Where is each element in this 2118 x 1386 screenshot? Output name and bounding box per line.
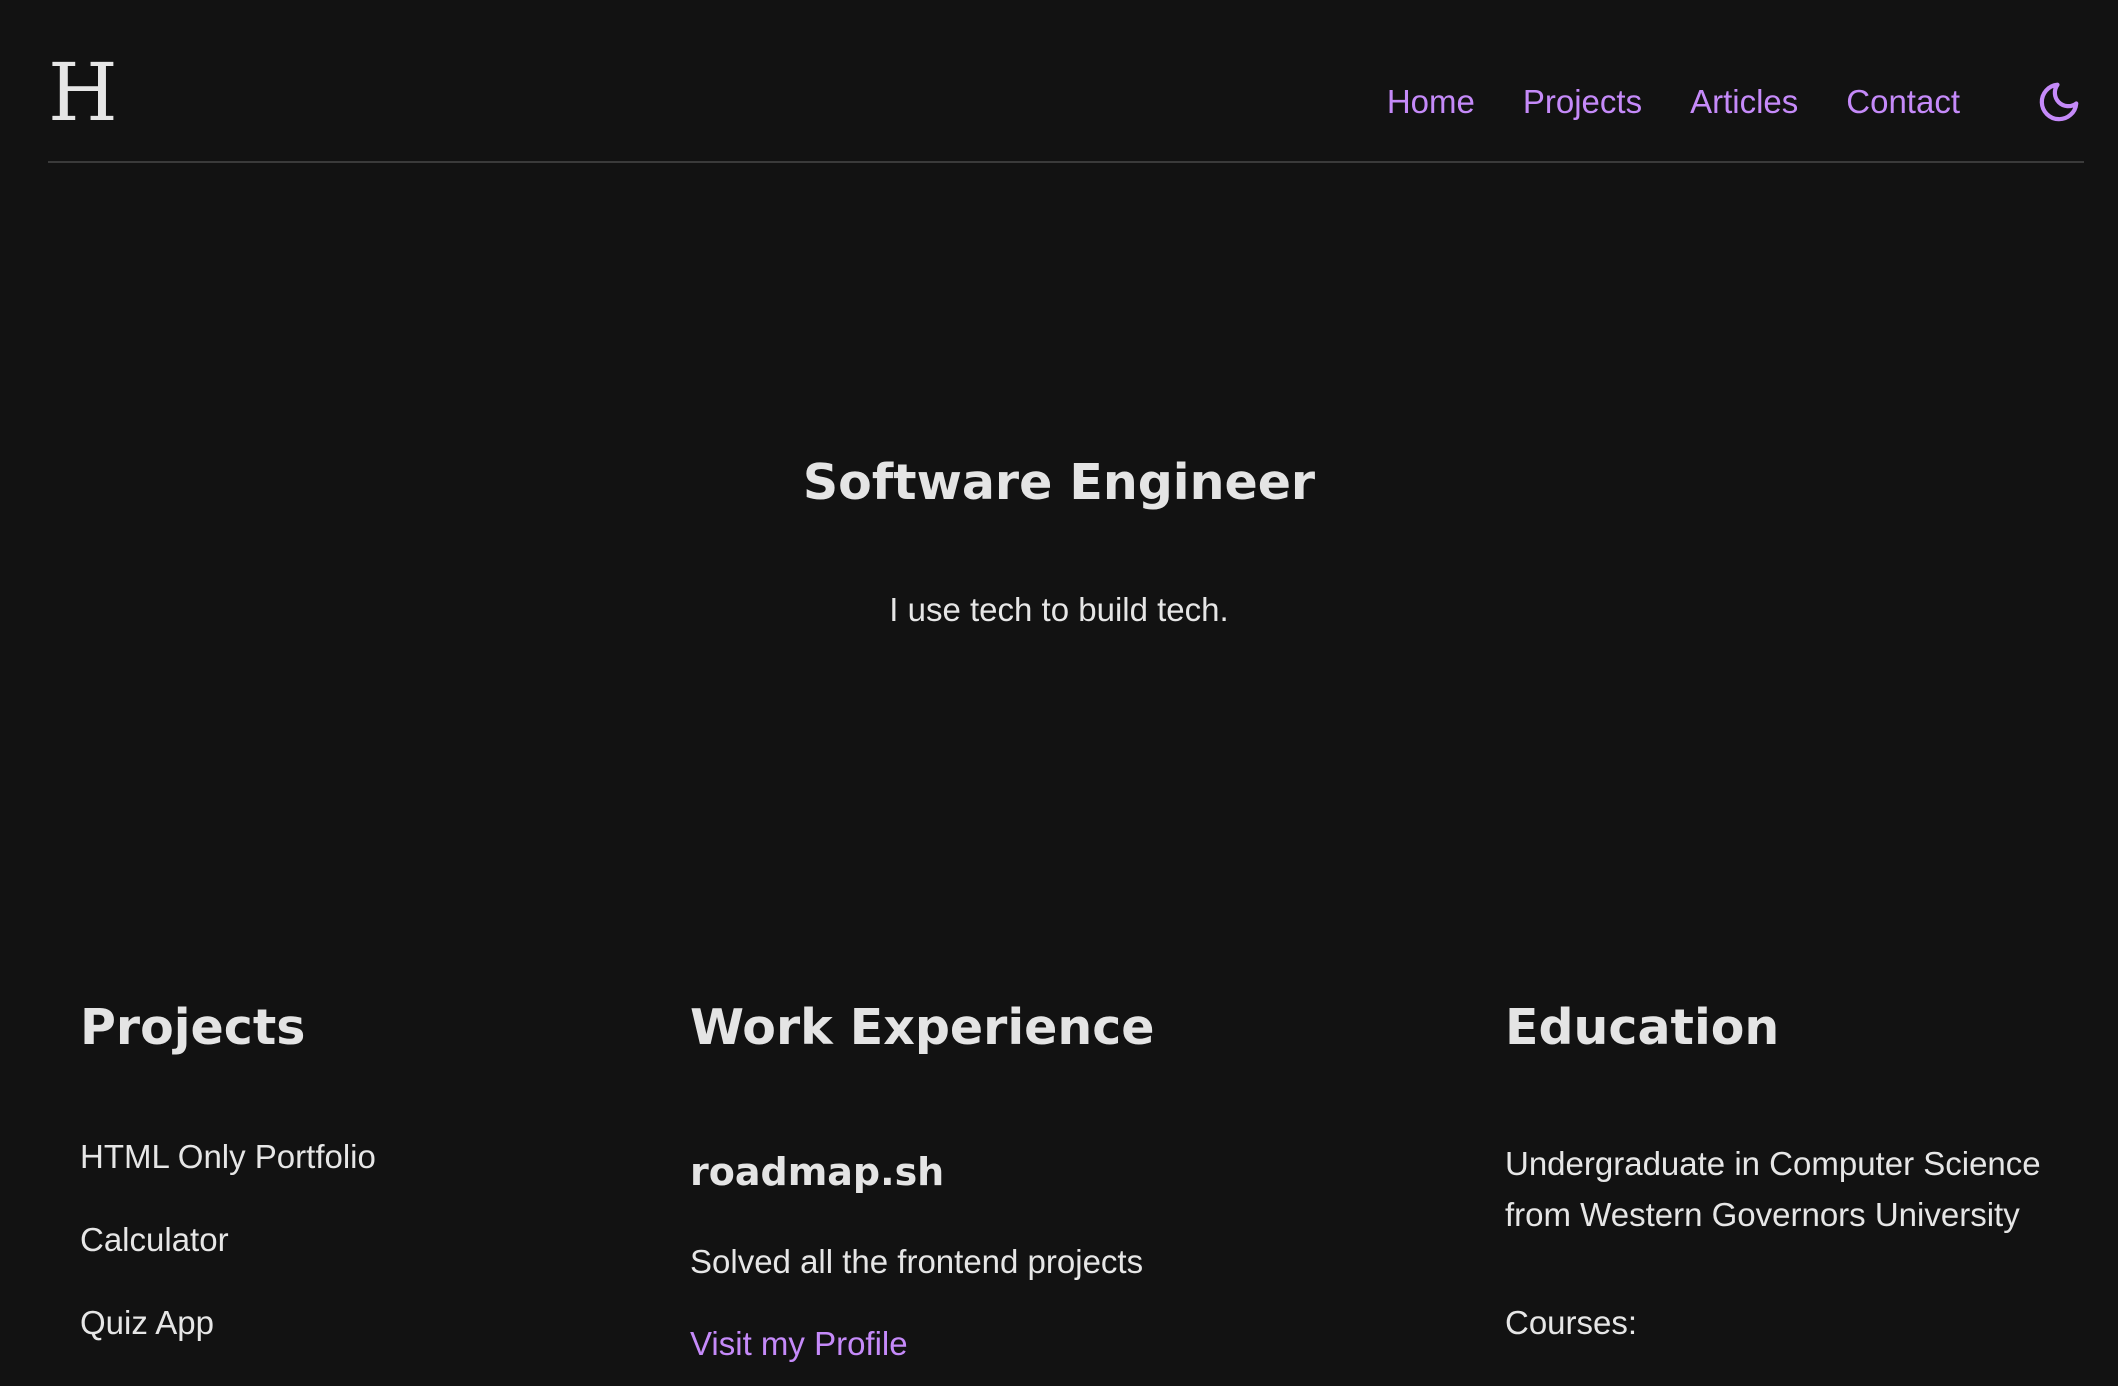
site-logo[interactable]: H — [48, 48, 118, 138]
work-experience-section: Work Experience roadmap.sh Solved all th… — [690, 993, 1410, 1364]
nav-link-home[interactable]: Home — [1387, 72, 1475, 132]
site-header: H Home Projects Articles Contact — [48, 0, 2084, 163]
nav-link-projects[interactable]: Projects — [1523, 72, 1642, 132]
main-nav: Home Projects Articles Contact — [1387, 72, 2084, 132]
hero-tagline: I use tech to build tech. — [889, 591, 1229, 628]
nav-link-articles[interactable]: Articles — [1690, 72, 1798, 132]
hero-section: Software Engineer I use tech to build te… — [0, 448, 2118, 630]
projects-list: HTML Only Portfolio Calculator Quiz App — [80, 1137, 600, 1343]
education-section: Education Undergraduate in Computer Scie… — [1505, 993, 2085, 1343]
education-courses-label: Courses: — [1505, 1304, 1638, 1341]
hero-title: Software Engineer — [802, 454, 1316, 511]
work-company: roadmap.sh — [690, 1150, 945, 1194]
visit-profile-link[interactable]: Visit my Profile — [690, 1324, 908, 1364]
work-description: Solved all the frontend projects — [690, 1243, 1144, 1280]
education-heading: Education — [1505, 999, 1780, 1056]
projects-section: Projects HTML Only Portfolio Calculator … — [80, 993, 600, 1386]
work-experience-heading: Work Experience — [690, 999, 1155, 1056]
theme-toggle-button[interactable] — [2034, 77, 2084, 127]
education-degree: Undergraduate in Computer Science from W… — [1505, 1145, 2041, 1233]
projects-heading: Projects — [80, 999, 306, 1056]
moon-icon — [2039, 82, 2079, 122]
project-item[interactable]: Calculator — [80, 1220, 600, 1260]
nav-link-contact[interactable]: Contact — [1846, 72, 1960, 132]
project-item[interactable]: Quiz App — [80, 1303, 600, 1343]
project-item[interactable]: HTML Only Portfolio — [80, 1137, 600, 1177]
